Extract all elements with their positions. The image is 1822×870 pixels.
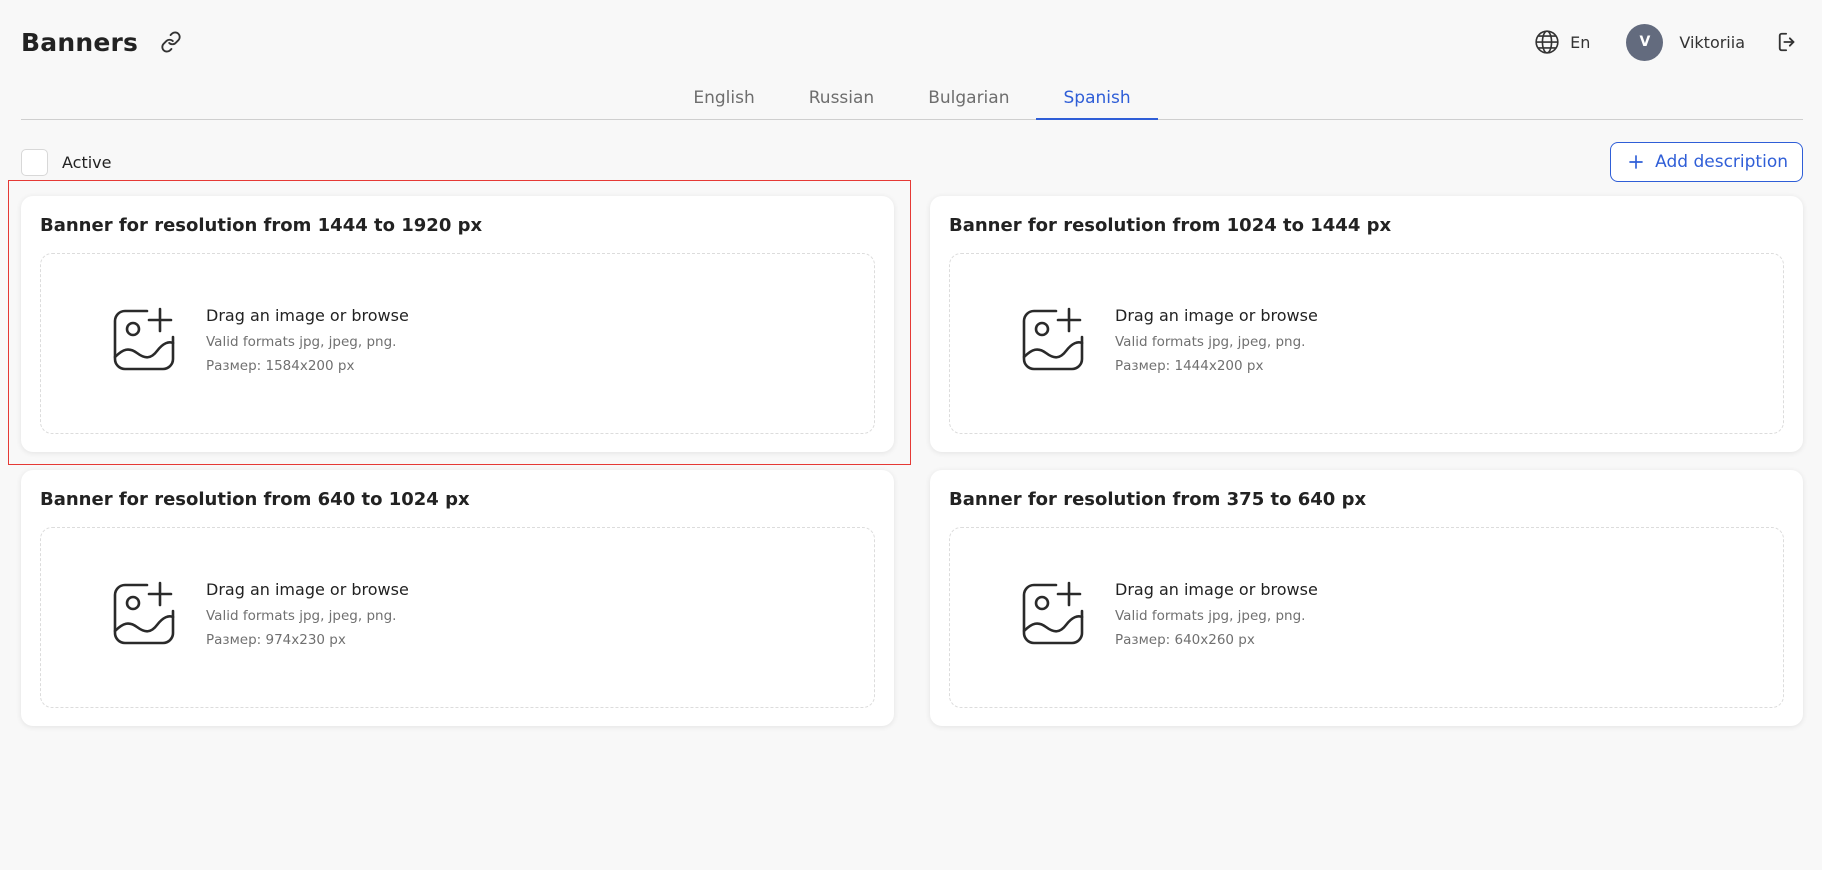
add-image-icon	[1022, 307, 1084, 371]
header: Banners En V Viktoriia	[21, 22, 1801, 62]
add-image-icon	[113, 307, 175, 371]
card-title: Banner for resolution from 1444 to 1920 …	[40, 215, 483, 236]
banner-size: Размер: 1444x200 px	[1115, 358, 1264, 374]
add-image-icon	[1022, 581, 1084, 645]
dropzone-title: Drag an image or browse	[1115, 580, 1318, 599]
user-menu[interactable]: V Viktoriia	[1626, 23, 1745, 61]
image-dropzone[interactable]: Drag an image or browse Valid formats jp…	[949, 253, 1784, 434]
banner-card-640-1024: Banner for resolution from 640 to 1024 p…	[21, 470, 894, 726]
dropzone-text: Drag an image or browse Valid formats jp…	[206, 580, 409, 652]
link-icon[interactable]	[158, 29, 184, 55]
plus-icon	[1629, 155, 1643, 169]
dropzone-text: Drag an image or browse Valid formats jp…	[206, 306, 409, 378]
avatar: V	[1626, 23, 1664, 61]
language-code: En	[1570, 32, 1591, 52]
dropzone-text: Drag an image or browse Valid formats jp…	[1115, 306, 1318, 378]
active-toggle[interactable]: Active	[21, 148, 112, 176]
page-title: Banners	[21, 27, 139, 57]
valid-formats: Valid formats jpg, jpeg, png.	[1115, 608, 1306, 624]
language-switcher[interactable]: En	[1534, 29, 1590, 55]
dropzone-text: Drag an image or browse Valid formats jp…	[1115, 580, 1318, 652]
add-description-label: Add description	[1655, 152, 1788, 172]
tab-english[interactable]: English	[666, 82, 781, 119]
banner-size: Размер: 974x230 px	[206, 632, 346, 648]
tab-russian[interactable]: Russian	[782, 82, 901, 119]
valid-formats: Valid formats jpg, jpeg, png.	[206, 334, 397, 350]
tab-bulgarian[interactable]: Bulgarian	[901, 82, 1036, 119]
banner-size: Размер: 640x260 px	[1115, 632, 1255, 648]
tab-spanish[interactable]: Spanish	[1036, 82, 1158, 120]
header-right: En V Viktoriia	[1534, 23, 1801, 61]
dropzone-title: Drag an image or browse	[206, 580, 409, 599]
toolbar: Active Add description	[21, 142, 1803, 182]
image-dropzone[interactable]: Drag an image or browse Valid formats jp…	[40, 527, 875, 708]
add-description-button[interactable]: Add description	[1610, 142, 1803, 182]
globe-icon	[1534, 29, 1560, 55]
card-title: Banner for resolution from 375 to 640 px	[949, 489, 1367, 510]
banner-card-1444-1920: Banner for resolution from 1444 to 1920 …	[21, 196, 894, 452]
dropzone-title: Drag an image or browse	[206, 306, 409, 325]
language-tabs: English Russian Bulgarian Spanish	[21, 82, 1803, 120]
logout-icon[interactable]	[1775, 29, 1801, 55]
image-dropzone[interactable]: Drag an image or browse Valid formats jp…	[40, 253, 875, 434]
banner-card-375-640: Banner for resolution from 375 to 640 px…	[930, 470, 1803, 726]
active-checkbox[interactable]	[21, 148, 48, 176]
user-name: Viktoriia	[1679, 32, 1745, 52]
add-image-icon	[113, 581, 175, 645]
banner-size: Размер: 1584x200 px	[206, 358, 355, 374]
valid-formats: Valid formats jpg, jpeg, png.	[206, 608, 397, 624]
active-label: Active	[62, 152, 112, 172]
image-dropzone[interactable]: Drag an image or browse Valid formats jp…	[949, 527, 1784, 708]
banner-card-1024-1444: Banner for resolution from 1024 to 1444 …	[930, 196, 1803, 452]
valid-formats: Valid formats jpg, jpeg, png.	[1115, 334, 1306, 350]
card-title: Banner for resolution from 1024 to 1444 …	[949, 215, 1392, 236]
header-left: Banners	[21, 28, 184, 57]
card-title: Banner for resolution from 640 to 1024 p…	[40, 489, 470, 510]
dropzone-title: Drag an image or browse	[1115, 306, 1318, 325]
page: Banners En V Viktoriia English Russian B…	[0, 0, 1822, 870]
